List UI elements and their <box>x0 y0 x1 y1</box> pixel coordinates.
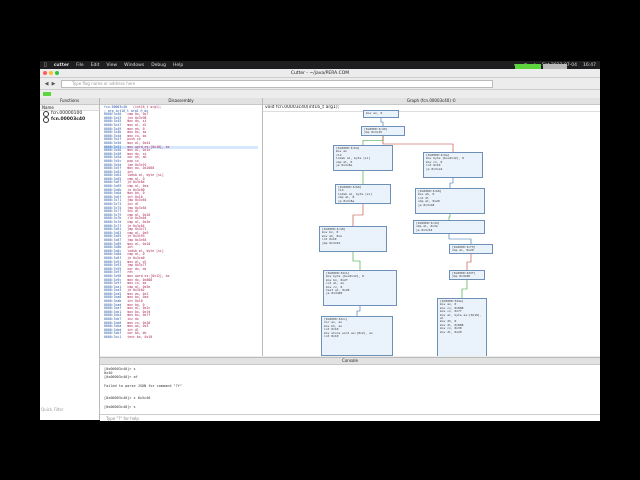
menu-view[interactable]: View <box>106 63 117 68</box>
graph-node-line: je 0x3c8e <box>336 163 353 168</box>
functions-title: Functions <box>40 98 99 105</box>
graph-node[interactable]: [0x0000:3cd4] cmp al, 0x3e je 0x3c64 <box>413 220 485 234</box>
graph-node[interactable]: [0x0000:3c9a] mov byte [bx+0x12], 0 mov cx… <box>423 152 483 178</box>
graph-edge <box>352 252 361 270</box>
main-toolbar: ◀ ▶ Type flag name or address here <box>40 78 600 90</box>
graph-node[interactable]: [0x0000:3cd0] mov bx, 0 mov ah, 0xa int 0x1… <box>319 226 387 252</box>
console-input[interactable]: Type "?" for help <box>100 414 600 421</box>
console-line: [0x00003c40]> s <box>104 404 136 409</box>
header-progress-bar <box>515 64 541 69</box>
graph-edge <box>356 306 361 316</box>
graph-node[interactable]: [0x0000:3c66] cld lodsb al, byte [si] cmp a… <box>335 184 391 204</box>
graph-node[interactable]: mov ax, 0 <box>363 110 399 118</box>
disassembly-panel: Disassembly fcn.00003c40 (int16_t arg1);;… <box>100 98 263 356</box>
graph-node[interactable]: [0x0000:3d11] mov byte [bx+0x12], 0 mov bx… <box>323 270 397 306</box>
forward-icon[interactable]: ▶ <box>50 80 57 87</box>
cutter-window: Cutter - ~/java/PERA.COM ◀ ▶ Type flag n… <box>40 64 600 421</box>
apple-icon[interactable]:  <box>44 63 47 68</box>
menu-help[interactable]: Help <box>173 63 183 68</box>
graph-node[interactable]: [0x0000:3d4a] mov ax, 0 mov cx, 0x808 mov c… <box>437 298 487 356</box>
function-icon <box>43 117 49 123</box>
zoom-icon[interactable] <box>55 71 59 75</box>
graph-edge <box>449 178 454 188</box>
close-icon[interactable] <box>43 71 47 75</box>
disassembly-address: 0000:3cc1 <box>104 335 122 339</box>
graph-node-line: je 0x3c8e <box>338 198 355 203</box>
menu-edit[interactable]: Edit <box>91 63 100 68</box>
graph-title: Graph (fcn.00003c40) © <box>263 98 600 105</box>
graph-edge <box>382 136 454 152</box>
function-item[interactable]: fcn.00003c40 <box>40 117 99 123</box>
back-icon[interactable]: ◀ <box>43 80 50 87</box>
graph-node-line: jmp 0x3d40 <box>452 274 471 279</box>
graph-node-line: mov dl, 0x20 <box>440 329 462 334</box>
graph-edge <box>380 118 384 126</box>
flag-search-input[interactable]: Type flag name or address here <box>61 79 493 88</box>
console-output: [0x00003c40]> s 0x40 [0x00003c40]> af Faile… <box>100 365 600 411</box>
graph-edge <box>461 280 468 298</box>
menu-debug[interactable]: Debug <box>151 63 166 68</box>
graph-node-line: jmp 0x3c45 <box>364 130 383 135</box>
graph-node[interactable]: [0x0000:3c64] mov ax cld lodsb al, byte [si… <box>333 145 393 171</box>
graph-node[interactable]: [0x0000:3d1c] xor ax, ax mov bh, ax int 0x1… <box>321 316 393 356</box>
graph-node-line: jmp 0x3c64 <box>322 240 341 245</box>
graph-node[interactable]: [0x0000:3c49] jmp 0x3c45 <box>361 126 405 136</box>
graph-node-line: mov ax, 0 <box>366 111 383 115</box>
disassembly-title: Disassembly <box>100 98 262 105</box>
graph-node-line: je 0x3d20 <box>326 291 343 296</box>
graph-node-line: je 0x3ca2 <box>426 166 443 171</box>
graph-node-line: je 0x3d7f <box>452 251 469 254</box>
graph-node-line: int 0x10 <box>324 334 339 339</box>
disassembly-line[interactable]: 0000:3cc1 test bx, 0x10 <box>104 335 258 340</box>
quick-filter-input[interactable]: Quick Filter <box>41 407 64 412</box>
minimize-icon[interactable] <box>49 71 53 75</box>
console-title: Console <box>100 358 600 365</box>
graph-edge <box>362 136 384 145</box>
menu-file[interactable]: File <box>76 63 84 68</box>
graph-edge <box>448 234 472 244</box>
window-title: Cutter - ~/java/PERA.COM <box>290 70 350 76</box>
graph-canvas[interactable]: mov ax, 0 [0x0000:3c49] jmp 0x3c45 [0x0000:… <box>263 110 600 356</box>
graph-node-line: je 0x3c64 <box>416 227 433 232</box>
graph-node[interactable]: [0x0000:3d3f] jmp 0x3d40 <box>449 270 485 280</box>
window-titlebar: Cutter - ~/java/PERA.COM <box>40 69 600 78</box>
analysis-indicator <box>43 92 51 96</box>
screen-top-black <box>0 0 640 61</box>
disassembly-lines[interactable]: fcn.00003c40 (int16_t arg1);; arg int16_t… <box>100 105 262 341</box>
menu-app[interactable]: cutter <box>54 63 69 68</box>
traffic-lights <box>43 71 61 75</box>
graph-edge <box>466 254 472 270</box>
menu-windows[interactable]: Windows <box>124 63 144 68</box>
function-name: fcn.00003c40 <box>51 117 86 122</box>
clock-time[interactable]: 16:47 <box>583 63 596 68</box>
graph-node[interactable]: [0x0000:3cb0] mov ah, 0 int dl cmp al, 0x20… <box>415 188 485 214</box>
disassembly-instruction: test bx, 0x10 <box>127 335 153 339</box>
functions-panel: Functions Name fcn.00000100 fcn.00003c40… <box>40 98 100 420</box>
header-progress-track <box>543 64 567 69</box>
graph-node[interactable]: [0x0000:3cf5] cmp al, 0x20 je 0x3d7f <box>449 244 493 254</box>
console-panel: Console [0x00003c40]> s 0x40 [0x00003c40]>… <box>100 357 600 421</box>
graph-edge <box>352 204 364 226</box>
graph-panel: Graph (fcn.00003c40) © void fcn.00003c40… <box>263 98 600 356</box>
graph-node-line: je 0x3cb8 <box>418 202 435 207</box>
